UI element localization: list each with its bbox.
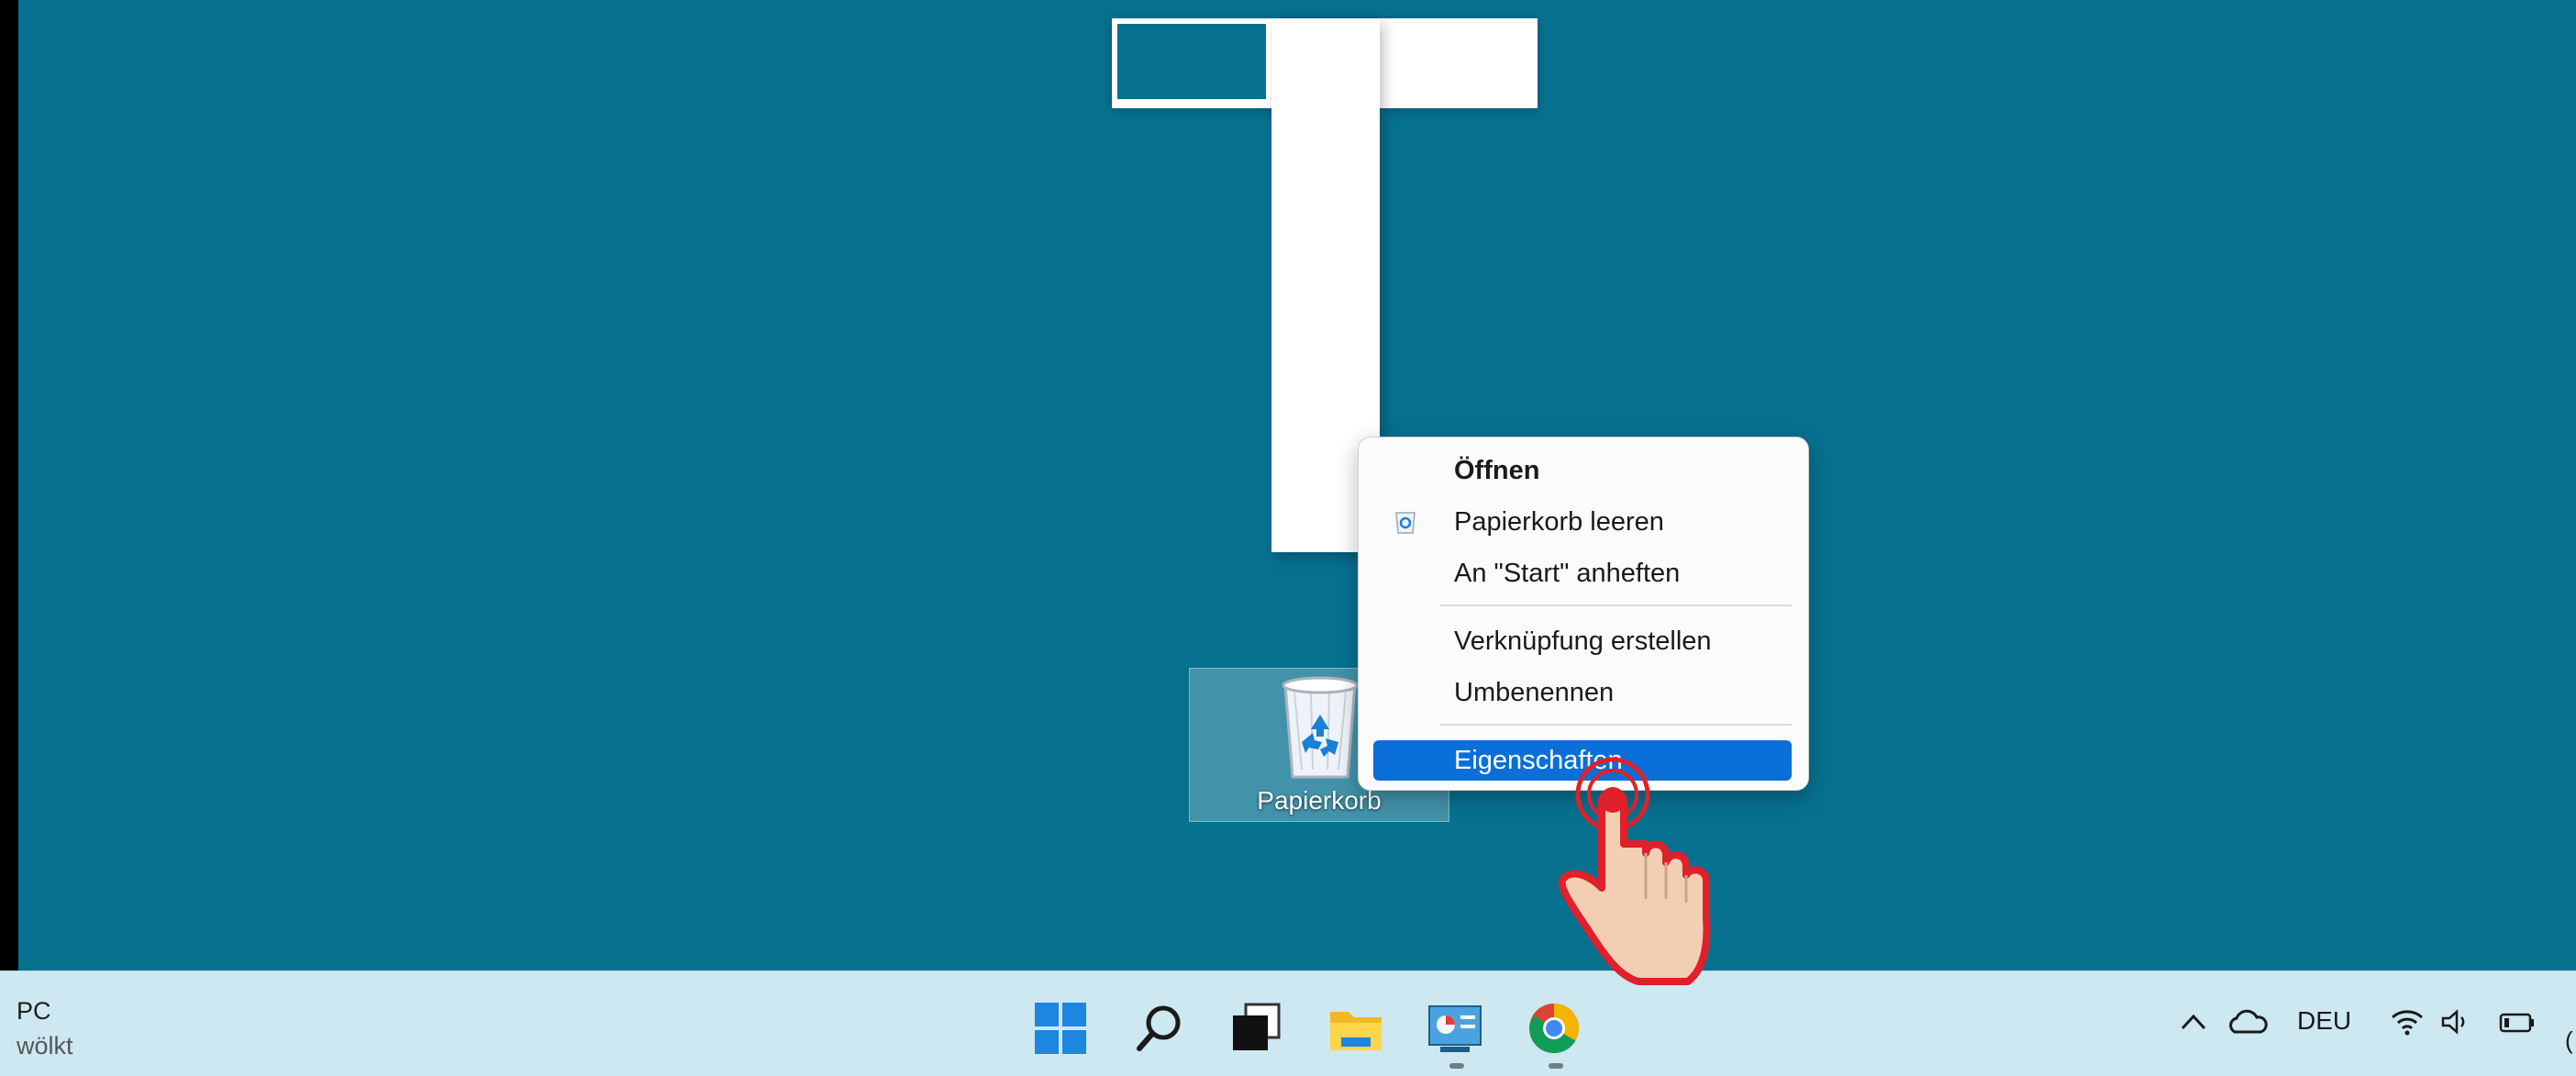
weather-widget[interactable]: PC wölkt xyxy=(17,993,73,1063)
menu-item-pin-start-label: An "Start" anheften xyxy=(1454,559,1681,588)
volume-icon[interactable] xyxy=(2440,1008,2473,1036)
pointing-hand-icon xyxy=(1558,757,1711,985)
menu-item-open[interactable]: Öffnen xyxy=(1373,450,1792,491)
file-explorer-icon[interactable] xyxy=(1328,1001,1383,1056)
taskbar: PC wölkt DEU ( xyxy=(0,971,2576,1076)
search-icon[interactable] xyxy=(1132,1001,1187,1056)
desktop: Papierkorb xyxy=(18,0,2576,971)
menu-item-open-label: Öffnen xyxy=(1454,456,1540,485)
clock-partial[interactable]: ( xyxy=(2565,1026,2573,1055)
wifi-icon[interactable] xyxy=(2389,1008,2426,1036)
chevron-up-icon[interactable] xyxy=(2180,1012,2207,1034)
recycle-bin-icon xyxy=(1282,676,1359,779)
windows-start-icon[interactable] xyxy=(1033,1001,1088,1056)
task-view-icon[interactable] xyxy=(1229,1001,1284,1056)
language-indicator[interactable]: DEU xyxy=(2297,1006,2351,1036)
running-indicator xyxy=(1449,1063,1464,1069)
decor-shape-box xyxy=(1114,20,1270,103)
menu-item-create-shortcut[interactable]: Verknüpfung erstellen xyxy=(1373,621,1792,661)
chrome-icon[interactable] xyxy=(1527,1001,1582,1056)
weather-line-1: PC xyxy=(17,997,51,1025)
menu-item-rename-label: Umbenennen xyxy=(1454,678,1615,707)
menu-item-empty-bin[interactable]: Papierkorb leeren xyxy=(1373,502,1792,542)
battery-icon[interactable] xyxy=(2499,1012,2536,1034)
menu-separator xyxy=(1439,724,1792,726)
menu-item-empty-bin-label: Papierkorb leeren xyxy=(1454,507,1664,537)
recycle-bin-small-icon xyxy=(1395,512,1416,534)
menu-separator xyxy=(1439,605,1792,606)
menu-item-rename[interactable]: Umbenennen xyxy=(1373,672,1792,713)
running-indicator xyxy=(1549,1063,1563,1069)
menu-item-create-shortcut-label: Verknüpfung erstellen xyxy=(1454,627,1712,656)
menu-item-pin-start[interactable]: An "Start" anheften xyxy=(1373,553,1792,593)
weather-line-2: wölkt xyxy=(17,1032,73,1059)
control-panel-icon[interactable] xyxy=(1427,1001,1482,1056)
onedrive-icon[interactable] xyxy=(2227,1008,2268,1036)
context-menu: Öffnen Papierkorb leeren An "Start" anhe… xyxy=(1358,437,1809,791)
